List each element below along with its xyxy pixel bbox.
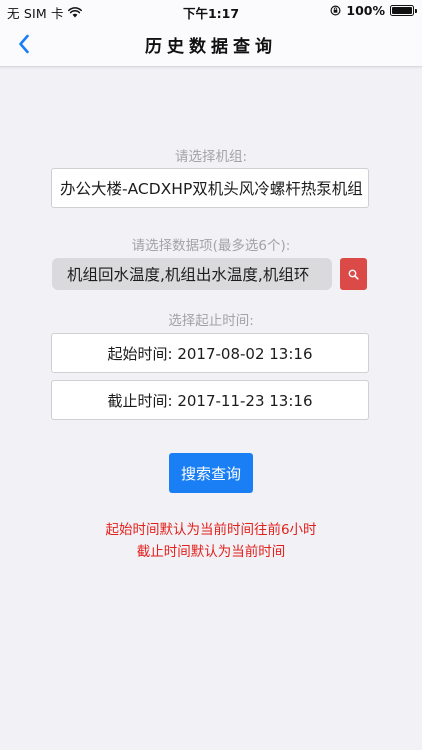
unit-select-field[interactable]: 办公大楼-ACDXHP双机头风冷螺杆热泵机组 — [51, 168, 369, 208]
navigation-bar: 历史数据查询 — [0, 22, 422, 67]
data-items-field[interactable]: 机组回水温度,机组出水温度,机组环 — [52, 258, 332, 290]
page-title: 历史数据查询 — [145, 37, 277, 57]
note-end-default: 截止时间默认为当前时间 — [136, 544, 286, 560]
battery-percent: 100% — [346, 3, 385, 18]
items-label: 请选择数据项(最多选6个): — [131, 238, 291, 254]
search-query-button[interactable]: 搜索查询 — [169, 453, 253, 493]
data-items-value: 机组回水温度,机组出水温度,机组环 — [67, 266, 310, 284]
status-bar: 无 SIM 卡 下午1:17 100% — [0, 0, 422, 22]
magnifier-icon — [348, 269, 359, 280]
status-right-group: 100% — [330, 3, 417, 18]
end-time-value: 截止时间: 2017-11-23 13:16 — [107, 391, 313, 410]
data-items-search-button[interactable] — [340, 258, 367, 290]
time-range-label: 选择起止时间: — [168, 313, 254, 329]
rotation-lock-icon — [330, 5, 341, 16]
end-time-field[interactable]: 截止时间: 2017-11-23 13:16 — [51, 380, 369, 420]
note-start-default: 起始时间默认为当前时间往前6小时 — [105, 522, 317, 538]
battery-icon — [390, 5, 417, 16]
start-time-field[interactable]: 起始时间: 2017-08-02 13:16 — [51, 333, 369, 373]
start-time-value: 起始时间: 2017-08-02 13:16 — [107, 344, 313, 363]
unit-select-value: 办公大楼-ACDXHP双机头风冷螺杆热泵机组 — [60, 180, 363, 198]
unit-label: 请选择机组: — [174, 149, 248, 165]
